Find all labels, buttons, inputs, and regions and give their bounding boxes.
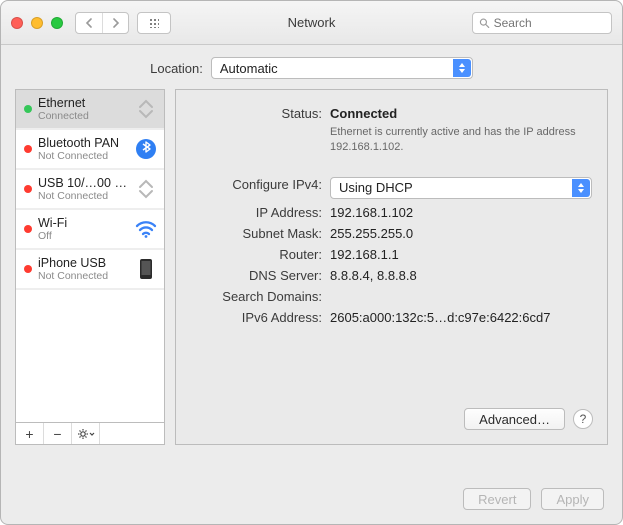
router-value: 192.168.1.1 [330, 247, 593, 262]
chevron-left-icon [85, 18, 93, 28]
service-name: Wi-Fi [38, 216, 128, 230]
show-all-button[interactable] [137, 12, 171, 34]
location-label: Location: [150, 61, 203, 76]
minimize-window-button[interactable] [31, 17, 43, 29]
search-icon [479, 17, 490, 29]
dns-server-label: DNS Server: [190, 268, 330, 283]
close-window-button[interactable] [11, 17, 23, 29]
service-sub: Not Connected [38, 150, 128, 162]
ipv6-address-value: 2605:a000:132c:5…d:c97e:6422:6cd7 [330, 310, 593, 325]
dns-server-value: 8.8.8.4, 8.8.8.8 [330, 268, 593, 283]
sidebar-item-bluetooth-pan[interactable]: Bluetooth PAN Not Connected [16, 130, 164, 170]
zoom-window-button[interactable] [51, 17, 63, 29]
service-name: iPhone USB [38, 256, 128, 270]
location-select[interactable]: Automatic [211, 57, 473, 79]
service-sub: Not Connected [38, 270, 128, 282]
back-button[interactable] [76, 13, 102, 33]
network-preferences-window: Network Location: Automatic Ethernet [0, 0, 623, 525]
titlebar: Network [1, 1, 622, 45]
service-name: USB 10/…00 LAN [38, 176, 128, 190]
apply-button[interactable]: Apply [541, 488, 604, 510]
ethernet-icon [134, 177, 158, 201]
subnet-mask-value: 255.255.255.0 [330, 226, 593, 241]
search-field[interactable] [472, 12, 612, 34]
ip-address-value: 192.168.1.102 [330, 205, 593, 220]
search-domains-label: Search Domains: [190, 289, 330, 304]
gear-dropdown-icon [77, 428, 95, 440]
service-sub: Not Connected [38, 190, 128, 202]
configure-ipv4-select[interactable]: Using DHCP [330, 177, 592, 199]
status-dot-icon [24, 185, 32, 193]
service-list: Ethernet Connected Bluetooth PAN Not Con… [15, 89, 165, 423]
service-actions-menu-button[interactable] [72, 423, 100, 444]
revert-button[interactable]: Revert [463, 488, 531, 510]
sidebar-item-ethernet[interactable]: Ethernet Connected [16, 90, 164, 130]
configure-ipv4-label: Configure IPv4: [190, 177, 330, 192]
wifi-icon [134, 217, 158, 241]
ethernet-icon [134, 97, 158, 121]
status-value: Connected [330, 106, 397, 121]
service-sub: Connected [38, 110, 128, 122]
window-controls [11, 17, 63, 29]
status-note: Ethernet is currently active and has the… [330, 125, 593, 155]
chevron-right-icon [112, 18, 120, 28]
sidebar-item-usb-lan[interactable]: USB 10/…00 LAN Not Connected [16, 170, 164, 210]
sidebar-wrap: Ethernet Connected Bluetooth PAN Not Con… [15, 89, 165, 478]
forward-button[interactable] [102, 13, 128, 33]
ip-address-label: IP Address: [190, 205, 330, 220]
location-row: Location: Automatic [1, 45, 622, 89]
search-input[interactable] [494, 16, 605, 30]
nav-back-forward [75, 12, 129, 34]
service-sub: Off [38, 230, 128, 242]
location-value: Automatic [220, 61, 278, 76]
add-service-button[interactable]: + [16, 423, 44, 444]
help-button[interactable]: ? [573, 409, 593, 429]
main-area: Ethernet Connected Bluetooth PAN Not Con… [1, 89, 622, 488]
configure-ipv4-value: Using DHCP [339, 180, 413, 195]
updown-arrows-icon [453, 59, 471, 77]
service-name: Bluetooth PAN [38, 136, 128, 150]
subnet-mask-label: Subnet Mask: [190, 226, 330, 241]
bluetooth-icon [134, 137, 158, 161]
grid-icon [149, 18, 159, 28]
ipv6-address-label: IPv6 Address: [190, 310, 330, 325]
phone-icon [134, 257, 158, 281]
updown-arrows-icon [572, 179, 590, 197]
details-pane: Status: Connected Ethernet is currently … [175, 89, 608, 445]
status-label: Status: [190, 106, 330, 121]
status-dot-icon [24, 225, 32, 233]
remove-service-button[interactable]: − [44, 423, 72, 444]
footer: Revert Apply [1, 488, 622, 524]
status-dot-icon [24, 265, 32, 273]
sidebar-actions: + − [15, 423, 165, 445]
advanced-button[interactable]: Advanced… [464, 408, 565, 430]
sidebar-item-iphone-usb[interactable]: iPhone USB Not Connected [16, 250, 164, 290]
service-name: Ethernet [38, 96, 128, 110]
sidebar-item-wifi[interactable]: Wi-Fi Off [16, 210, 164, 250]
status-dot-icon [24, 145, 32, 153]
status-dot-icon [24, 105, 32, 113]
router-label: Router: [190, 247, 330, 262]
